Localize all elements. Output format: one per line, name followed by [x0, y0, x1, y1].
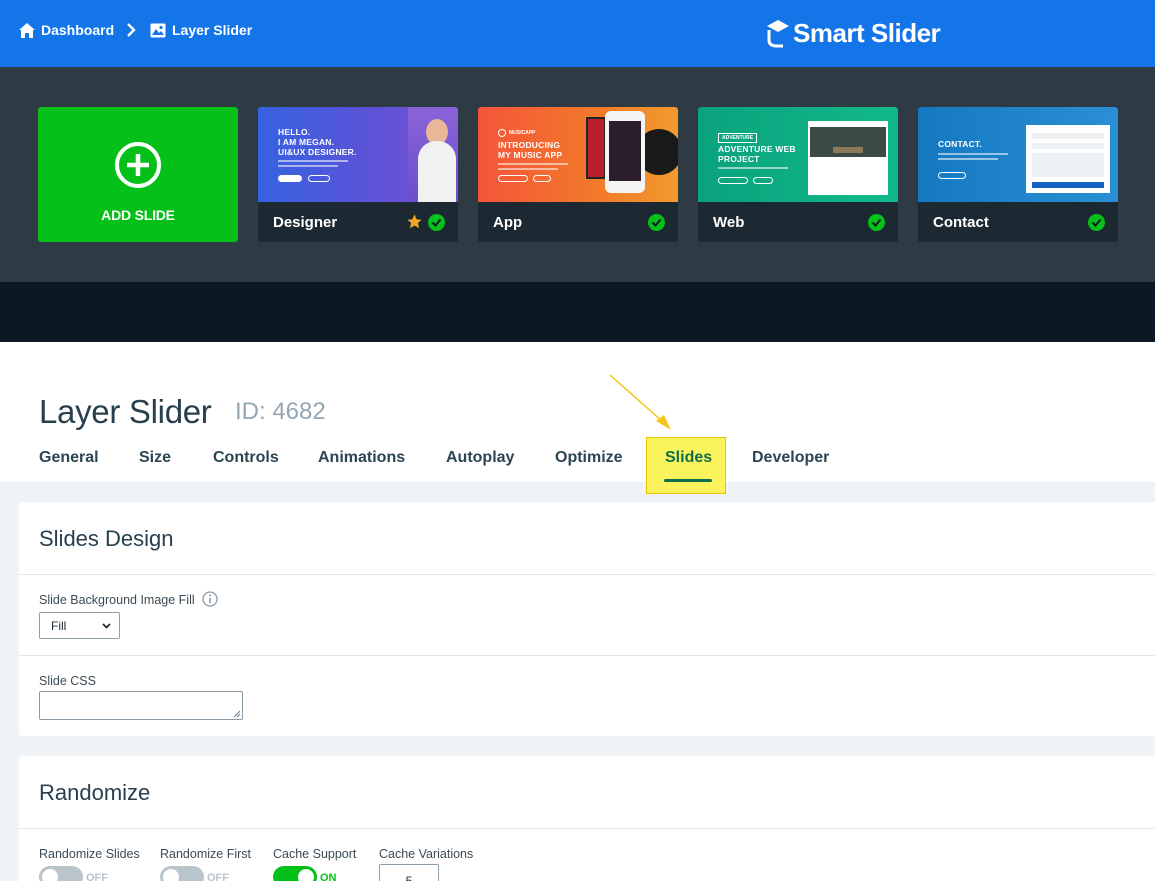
breadcrumb-current: Layer Slider — [150, 22, 252, 38]
slide-card-web[interactable]: ADVENTURE ADVENTURE WEB PROJECT Web — [698, 107, 898, 242]
chevron-right-icon — [127, 23, 136, 37]
tab-animations[interactable]: Animations — [318, 449, 405, 467]
slide-thumb-title-line: ADVENTURE WEB — [718, 144, 796, 154]
brand-text: Smart Slider — [793, 17, 941, 48]
slide-thumbnail: MUSICAPP INTRODUCING MY MUSIC APP — [478, 107, 678, 202]
slide-thumb-title-line: HELLO. — [278, 127, 311, 137]
active-tab-underline — [664, 479, 712, 482]
page-title: Layer Slider — [39, 393, 212, 430]
slide-css-label: Slide CSS — [39, 674, 96, 688]
randomize-first-state: OFF — [207, 872, 229, 881]
add-slide-button[interactable]: ADD SLIDE — [38, 107, 238, 242]
bg-fill-select[interactable]: Fill — [39, 612, 120, 639]
slide-thumbnail: CONTACT. — [918, 107, 1118, 202]
cache-support-label: Cache Support — [273, 847, 357, 861]
published-check-icon[interactable] — [868, 214, 885, 231]
tab-slides[interactable]: Slides — [665, 449, 712, 467]
slide-thumb-title-line: PROJECT — [718, 154, 760, 164]
slide-name: App — [493, 214, 523, 231]
image-icon — [150, 23, 166, 37]
cache-variations-input[interactable]: 5 — [379, 864, 439, 881]
tab-developer[interactable]: Developer — [752, 449, 829, 467]
randomize-panel: Randomize Randomize Slides OFF Randomize… — [19, 756, 1155, 881]
cache-support-toggle[interactable] — [273, 866, 317, 881]
smart-slider-logo: Smart Slider — [765, 14, 941, 52]
slide-card-contact[interactable]: CONTACT. Contact — [918, 107, 1118, 242]
slide-footer: Designer — [258, 202, 458, 242]
cache-support-state: ON — [320, 872, 337, 881]
published-check-icon[interactable] — [1088, 214, 1105, 231]
tab-autoplay[interactable]: Autoplay — [446, 449, 514, 467]
add-slide-label: ADD SLIDE — [101, 207, 175, 223]
breadcrumb-dashboard-label: Dashboard — [41, 22, 115, 38]
tab-optimize[interactable]: Optimize — [555, 449, 623, 467]
randomize-first-toggle[interactable] — [160, 866, 204, 881]
slide-thumb-title-line: I AM MEGAN. — [278, 137, 335, 147]
breadcrumb-dashboard[interactable]: Dashboard — [19, 22, 114, 38]
randomize-first-label: Randomize First — [160, 847, 251, 861]
info-icon[interactable] — [202, 591, 218, 607]
published-check-icon[interactable] — [428, 214, 445, 231]
home-icon — [19, 22, 35, 38]
slide-thumb-title-line: UI&UX DESIGNER. — [278, 147, 357, 157]
slide-card-app[interactable]: MUSICAPP INTRODUCING MY MUSIC APP App — [478, 107, 678, 242]
slider-id: ID: 4682 — [235, 398, 326, 425]
slide-footer: App — [478, 202, 678, 242]
graduation-cap-icon — [767, 20, 789, 48]
slide-card-designer[interactable]: HELLO. I AM MEGAN. UI&UX DESIGNER. Desig… — [258, 107, 458, 242]
plus-circle-icon — [115, 142, 161, 188]
slide-css-textarea[interactable] — [39, 691, 243, 720]
bg-fill-value: Fill — [51, 619, 67, 633]
slide-thumb-badge: ADVENTURE — [718, 133, 758, 143]
bg-fill-label: Slide Background Image Fill — [39, 593, 195, 607]
annotation-arrow — [609, 374, 671, 430]
published-check-icon[interactable] — [648, 214, 665, 231]
randomize-slides-toggle[interactable] — [39, 866, 83, 881]
tab-controls[interactable]: Controls — [213, 449, 279, 467]
slide-thumb-title-line: CONTACT. — [938, 139, 982, 149]
slide-thumbnail: ADVENTURE ADVENTURE WEB PROJECT — [698, 107, 898, 202]
resize-grip-icon[interactable] — [233, 710, 241, 718]
slide-thumb-title-line: MY MUSIC APP — [498, 150, 563, 160]
tab-general[interactable]: General — [39, 449, 99, 467]
tab-size[interactable]: Size — [139, 449, 171, 467]
slide-thumb-title-line: INTRODUCING — [498, 140, 561, 150]
slide-thumb-badge: MUSICAPP — [509, 130, 536, 136]
star-icon[interactable] — [406, 213, 423, 230]
cache-variations-label: Cache Variations — [379, 847, 474, 861]
chevron-down-icon — [102, 623, 111, 629]
randomize-slides-label: Randomize Slides — [39, 847, 140, 861]
slide-footer: Web — [698, 202, 898, 242]
slide-name: Contact — [933, 214, 989, 231]
slide-thumbnail: HELLO. I AM MEGAN. UI&UX DESIGNER. — [258, 107, 458, 202]
slide-footer: Contact — [918, 202, 1118, 242]
randomize-slides-state: OFF — [86, 872, 108, 881]
breadcrumb-current-label: Layer Slider — [172, 22, 253, 38]
panel-title: Randomize — [39, 780, 151, 805]
slides-design-panel: Slides Design Slide Background Image Fil… — [19, 502, 1155, 736]
panel-title: Slides Design — [39, 526, 174, 551]
slides-bottom-strip — [0, 282, 1155, 342]
slide-name: Designer — [273, 214, 338, 231]
slide-name: Web — [713, 214, 745, 231]
